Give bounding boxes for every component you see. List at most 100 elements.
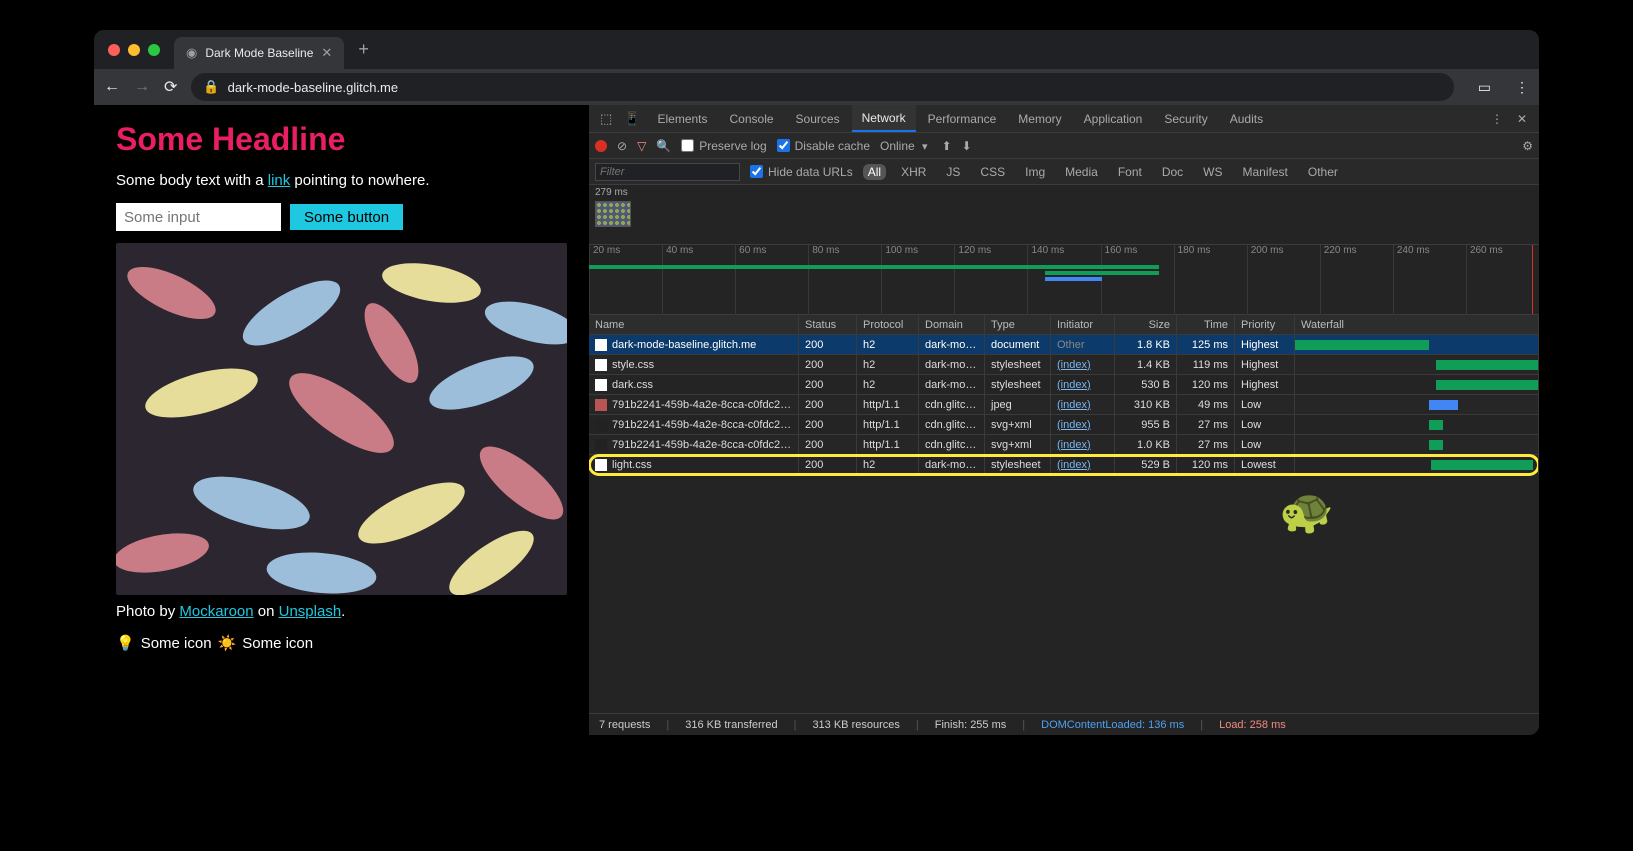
timeline-tick: 180 ms — [1174, 245, 1247, 315]
devtools-tab-console[interactable]: Console — [720, 105, 784, 132]
col-status[interactable]: Status — [799, 315, 857, 334]
timeline-tick: 200 ms — [1247, 245, 1320, 315]
upload-icon[interactable]: ⬆ — [942, 139, 952, 153]
timeline-tick: 220 ms — [1320, 245, 1393, 315]
timeline-tick: 20 ms — [589, 245, 662, 315]
table-header: Name Status Protocol Domain Type Initiat… — [589, 315, 1539, 335]
timeline-tick: 120 ms — [954, 245, 1027, 315]
devtools-tab-sources[interactable]: Sources — [786, 105, 850, 132]
titlebar: ◉ Dark Mode Baseline ✕ + — [94, 30, 1539, 69]
minimize-window-button[interactable] — [128, 44, 140, 56]
file-icon — [595, 459, 607, 471]
filter-type-doc[interactable]: Doc — [1157, 164, 1188, 180]
filter-type-manifest[interactable]: Manifest — [1238, 164, 1293, 180]
sb-resources: 313 KB resources — [812, 719, 899, 731]
filter-type-xhr[interactable]: XHR — [896, 164, 931, 180]
table-row[interactable]: dark.css200h2dark-mo…stylesheet(index)53… — [589, 375, 1539, 395]
overview-time-label: 279 ms — [595, 187, 1533, 198]
devtools-tab-network[interactable]: Network — [852, 105, 916, 132]
devtools-menu-icon[interactable]: ⋮ — [1485, 112, 1509, 126]
settings-icon[interactable]: ⚙ — [1522, 139, 1533, 153]
col-initiator[interactable]: Initiator — [1051, 315, 1115, 334]
back-button[interactable]: ← — [104, 78, 120, 96]
col-size[interactable]: Size — [1115, 315, 1177, 334]
table-row[interactable]: 791b2241-459b-4a2e-8cca-c0fdc2…200http/1… — [589, 395, 1539, 415]
table-row[interactable]: dark-mode-baseline.glitch.me200h2dark-mo… — [589, 335, 1539, 355]
filter-type-media[interactable]: Media — [1060, 164, 1103, 180]
maximize-window-button[interactable] — [148, 44, 160, 56]
timeline-tick: 240 ms — [1393, 245, 1466, 315]
timeline-tick: 80 ms — [808, 245, 881, 315]
devtools-tab-memory[interactable]: Memory — [1008, 105, 1071, 132]
browser-menu-icon[interactable]: ⋮ — [1515, 79, 1529, 96]
col-waterfall[interactable]: Waterfall — [1295, 315, 1539, 334]
record-button[interactable] — [595, 140, 607, 152]
filter-input[interactable] — [595, 163, 740, 181]
address-bar[interactable]: 🔒 dark-mode-baseline.glitch.me — [191, 73, 1453, 101]
devtools-tab-security[interactable]: Security — [1154, 105, 1217, 132]
col-domain[interactable]: Domain — [919, 315, 985, 334]
devtools-tab-audits[interactable]: Audits — [1220, 105, 1273, 132]
filter-type-other[interactable]: Other — [1303, 164, 1343, 180]
icon-label-2: Some icon — [242, 635, 313, 652]
network-status-bar: 7 requests| 316 KB transferred| 313 KB r… — [589, 713, 1539, 735]
file-icon — [595, 439, 607, 451]
device-icon[interactable]: 📱 — [619, 111, 645, 127]
inspect-icon[interactable]: ⬚ — [595, 111, 617, 127]
clear-icon[interactable]: ⊘ — [617, 139, 627, 153]
col-type[interactable]: Type — [985, 315, 1051, 334]
filter-type-img[interactable]: Img — [1020, 164, 1050, 180]
sun-icon: ☀️ — [218, 634, 237, 652]
sb-requests: 7 requests — [599, 719, 650, 731]
credit-author-link[interactable]: Mockaroon — [179, 603, 253, 620]
forward-button[interactable]: → — [134, 78, 150, 96]
new-tab-button[interactable]: + — [358, 39, 369, 60]
timeline-tick: 260 ms — [1466, 245, 1539, 315]
extension-icon[interactable]: ▭ — [1478, 79, 1491, 96]
waterfall-timeline-ruler[interactable]: 20 ms40 ms60 ms80 ms100 ms120 ms140 ms16… — [589, 245, 1539, 315]
webpage: Some Headline Some body text with a link… — [94, 105, 589, 735]
table-row[interactable]: style.css200h2dark-mo…stylesheet(index)1… — [589, 355, 1539, 375]
filter-type-css[interactable]: CSS — [975, 164, 1010, 180]
search-icon[interactable]: 🔍 — [656, 139, 671, 153]
network-filter-bar: Hide data URLs All XHR JS CSS Img Media Font Do… — [589, 159, 1539, 185]
credit-site-link[interactable]: Unsplash — [279, 603, 342, 620]
turtle-icon: 🐢 — [1279, 485, 1334, 537]
devtools-tab-performance[interactable]: Performance — [918, 105, 1007, 132]
disable-cache-checkbox[interactable]: Disable cache — [777, 139, 870, 153]
text-input[interactable] — [116, 203, 281, 231]
globe-icon: ◉ — [186, 45, 197, 61]
network-toolbar: ⊘ ▽ 🔍 Preserve log Disable cache Online … — [589, 133, 1539, 159]
throttle-select[interactable]: Online ▾ — [880, 139, 932, 153]
browser-tab[interactable]: ◉ Dark Mode Baseline ✕ — [174, 37, 344, 69]
body-link[interactable]: link — [268, 172, 291, 189]
filter-type-js[interactable]: JS — [941, 164, 965, 180]
download-icon[interactable]: ⬇ — [962, 139, 972, 153]
table-row[interactable]: light.css200h2dark-mo…stylesheet(index)5… — [589, 455, 1539, 475]
table-row[interactable]: 791b2241-459b-4a2e-8cca-c0fdc2…200http/1… — [589, 415, 1539, 435]
file-icon — [595, 399, 607, 411]
primary-button[interactable]: Some button — [289, 203, 404, 231]
reload-button[interactable]: ⟳ — [164, 77, 177, 97]
table-row[interactable]: 791b2241-459b-4a2e-8cca-c0fdc2…200http/1… — [589, 435, 1539, 455]
devtools-tab-application[interactable]: Application — [1074, 105, 1153, 132]
close-window-button[interactable] — [108, 44, 120, 56]
close-tab-icon[interactable]: ✕ — [321, 45, 332, 61]
body-text: Some body text with a link pointing to n… — [116, 172, 567, 189]
preserve-log-checkbox[interactable]: Preserve log — [681, 139, 766, 153]
timeline-tick: 60 ms — [735, 245, 808, 315]
devtools-close-icon[interactable]: ✕ — [1511, 112, 1533, 126]
filter-type-font[interactable]: Font — [1113, 164, 1147, 180]
filter-type-ws[interactable]: WS — [1198, 164, 1227, 180]
filter-toggle-icon[interactable]: ▽ — [637, 139, 646, 153]
timeline-tick: 40 ms — [662, 245, 735, 315]
col-time[interactable]: Time — [1177, 315, 1235, 334]
filter-type-all[interactable]: All — [863, 164, 886, 180]
devtools-tab-elements[interactable]: Elements — [647, 105, 717, 132]
hide-data-urls-checkbox[interactable]: Hide data URLs — [750, 165, 853, 179]
network-overview[interactable]: 279 ms — [589, 185, 1539, 245]
col-protocol[interactable]: Protocol — [857, 315, 919, 334]
col-priority[interactable]: Priority — [1235, 315, 1295, 334]
sb-load: Load: 258 ms — [1219, 719, 1286, 731]
col-name[interactable]: Name — [589, 315, 799, 334]
